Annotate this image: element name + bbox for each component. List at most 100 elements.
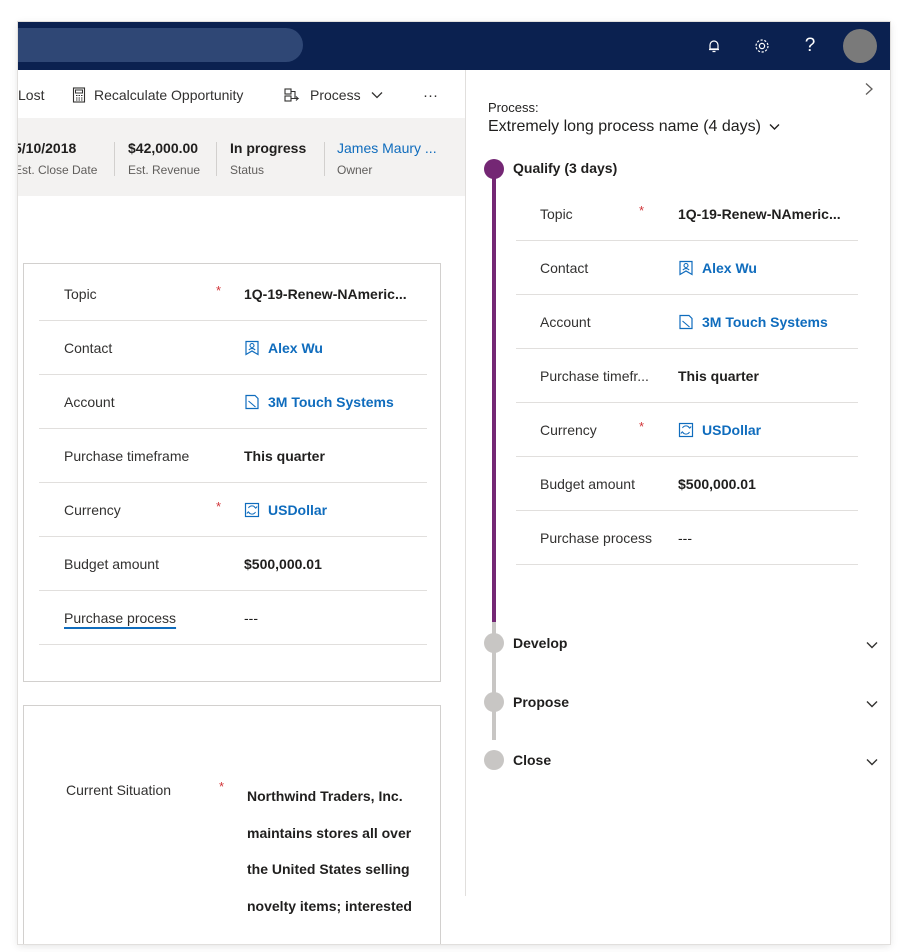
header-close-date: 5/10/2018 Est. Close Date (18, 140, 97, 177)
owner-label: Owner (337, 163, 373, 177)
stage-field-currency[interactable]: Currency * USDollar (516, 403, 858, 457)
chevron-down-icon (371, 92, 383, 99)
process-name-dropdown[interactable]: Extremely long process name (4 days) (488, 118, 780, 136)
field-label: Topic (540, 206, 573, 222)
account-name: 3M Touch Systems (702, 314, 828, 330)
stage-dot (484, 750, 504, 770)
recalculate-opportunity-button[interactable]: Recalculate Opportunity (72, 86, 243, 104)
command-bar: Lost Recalculate Opportunity Process ··· (18, 70, 466, 118)
chevron-right-icon[interactable] (864, 82, 874, 101)
stage-qualify[interactable]: Qualify (3 days) (513, 160, 617, 176)
chevron-down-icon[interactable] (866, 695, 878, 713)
form-row-contact[interactable]: Contact Alex Wu (39, 321, 427, 375)
required-marker: * (216, 283, 222, 298)
currency-link[interactable]: USDollar (244, 502, 327, 518)
current-situation-value[interactable]: Northwind Traders, Inc. maintains stores… (247, 778, 432, 924)
account-icon (679, 314, 693, 330)
app-window: ? Lost Recalculate Opportunity Process ·… (18, 22, 890, 944)
field-label: Purchase timefr... (540, 368, 649, 384)
account-link[interactable]: 3M Touch Systems (678, 314, 828, 330)
lost-label: Lost (18, 87, 45, 103)
process-name: Extremely long process name (4 days) (488, 118, 761, 135)
recalculate-label: Recalculate Opportunity (94, 87, 244, 103)
form-row-budget-amount[interactable]: Budget amount $500,000.01 (39, 537, 427, 591)
chevron-down-icon (769, 124, 780, 130)
form-row-purchase-timeframe[interactable]: Purchase timeframe This quarter (39, 429, 427, 483)
chevron-down-icon[interactable] (866, 636, 878, 654)
topic-value[interactable]: 1Q-19-Renew-NAmeric... (244, 286, 407, 302)
process-label: Process (310, 87, 361, 103)
stage-progress-line (492, 168, 496, 623)
status-label: Status (230, 163, 265, 177)
contact-link[interactable]: Alex Wu (244, 340, 323, 356)
field-label: Account (64, 394, 115, 410)
stage-field-topic[interactable]: Topic * 1Q-19-Renew-NAmeric... (516, 187, 858, 241)
chevron-down-icon[interactable] (866, 753, 878, 771)
status-value: In progress (230, 140, 307, 156)
form-row-topic[interactable]: Topic * 1Q-19-Renew-NAmeric... (39, 267, 427, 321)
purchase-process-value[interactable]: --- (678, 530, 692, 546)
header-status: In progress Status (230, 140, 306, 177)
stage-field-purchase-timeframe[interactable]: Purchase timefr... This quarter (516, 349, 858, 403)
currency-name: USDollar (702, 422, 762, 438)
stage-field-contact[interactable]: Contact Alex Wu (516, 241, 858, 295)
form-row-account[interactable]: Account 3M Touch Systems (39, 375, 427, 429)
purchase-timeframe-value[interactable]: This quarter (678, 368, 759, 384)
calculator-icon (72, 87, 86, 103)
form-row-currency[interactable]: Currency * USDollar (39, 483, 427, 537)
account-link[interactable]: 3M Touch Systems (244, 394, 394, 410)
purchase-process-value[interactable]: --- (244, 610, 258, 626)
field-label: Currency (64, 502, 121, 518)
form-row-purchase-process[interactable]: Purchase process --- (39, 591, 427, 645)
close-date-value: 5/10/2018 (18, 140, 77, 156)
avatar[interactable] (843, 29, 877, 63)
budget-amount-value[interactable]: $500,000.01 (244, 556, 322, 572)
summary-form-card: Topic * 1Q-19-Renew-NAmeric... Contact A… (23, 263, 441, 682)
contact-link[interactable]: Alex Wu (678, 260, 757, 276)
stage-field-purchase-process[interactable]: Purchase process --- (516, 511, 858, 565)
process-heading: Process: (488, 100, 539, 115)
currency-icon (244, 502, 260, 518)
field-label: Currency (540, 422, 597, 438)
currency-link[interactable]: USDollar (678, 422, 761, 438)
more-commands-button[interactable]: ··· (423, 86, 438, 104)
bell-icon[interactable] (702, 34, 726, 58)
stage-propose[interactable]: Propose (513, 694, 569, 710)
account-name: 3M Touch Systems (268, 394, 394, 410)
stage-dot (484, 633, 504, 653)
topic-value[interactable]: 1Q-19-Renew-NAmeric... (678, 206, 841, 222)
required-marker: * (639, 203, 645, 218)
required-marker: * (216, 499, 222, 514)
close-date-label: Est. Close Date (18, 163, 98, 177)
field-label: Purchase process (540, 530, 653, 546)
help-icon[interactable]: ? (798, 34, 822, 58)
close-as-lost-button[interactable]: Lost (18, 86, 44, 104)
header-divider (324, 142, 325, 176)
stage-dot (484, 692, 504, 712)
stage-close[interactable]: Close (513, 752, 551, 768)
stage-field-account[interactable]: Account 3M Touch Systems (516, 295, 858, 349)
current-situation-card: Current Situation * Northwind Traders, I… (23, 705, 441, 944)
stage-field-budget-amount[interactable]: Budget amount $500,000.01 (516, 457, 858, 511)
field-label: Contact (64, 340, 113, 356)
record-header: 5/10/2018 Est. Close Date $42,000.00 Est… (18, 118, 466, 196)
gear-icon[interactable] (750, 34, 774, 58)
search-box[interactable] (18, 28, 303, 62)
header-revenue: $42,000.00 Est. Revenue (128, 140, 200, 177)
stage-develop[interactable]: Develop (513, 635, 567, 651)
field-label: Purchase process (64, 610, 177, 626)
owner-link[interactable]: James Maury ... (337, 140, 437, 156)
contact-name: Alex Wu (268, 340, 323, 356)
stage-dot-active (484, 159, 504, 179)
field-label: Budget amount (64, 556, 159, 572)
budget-amount-value[interactable]: $500,000.01 (678, 476, 756, 492)
account-icon (245, 394, 259, 410)
currency-name: USDollar (268, 502, 328, 518)
process-menu-button[interactable]: Process (284, 86, 383, 104)
required-marker: * (639, 419, 645, 434)
purchase-timeframe-value[interactable]: This quarter (244, 448, 325, 464)
field-label: Budget amount (540, 476, 635, 492)
header-divider (216, 142, 217, 176)
currency-icon (678, 422, 694, 438)
header-divider (114, 142, 115, 176)
